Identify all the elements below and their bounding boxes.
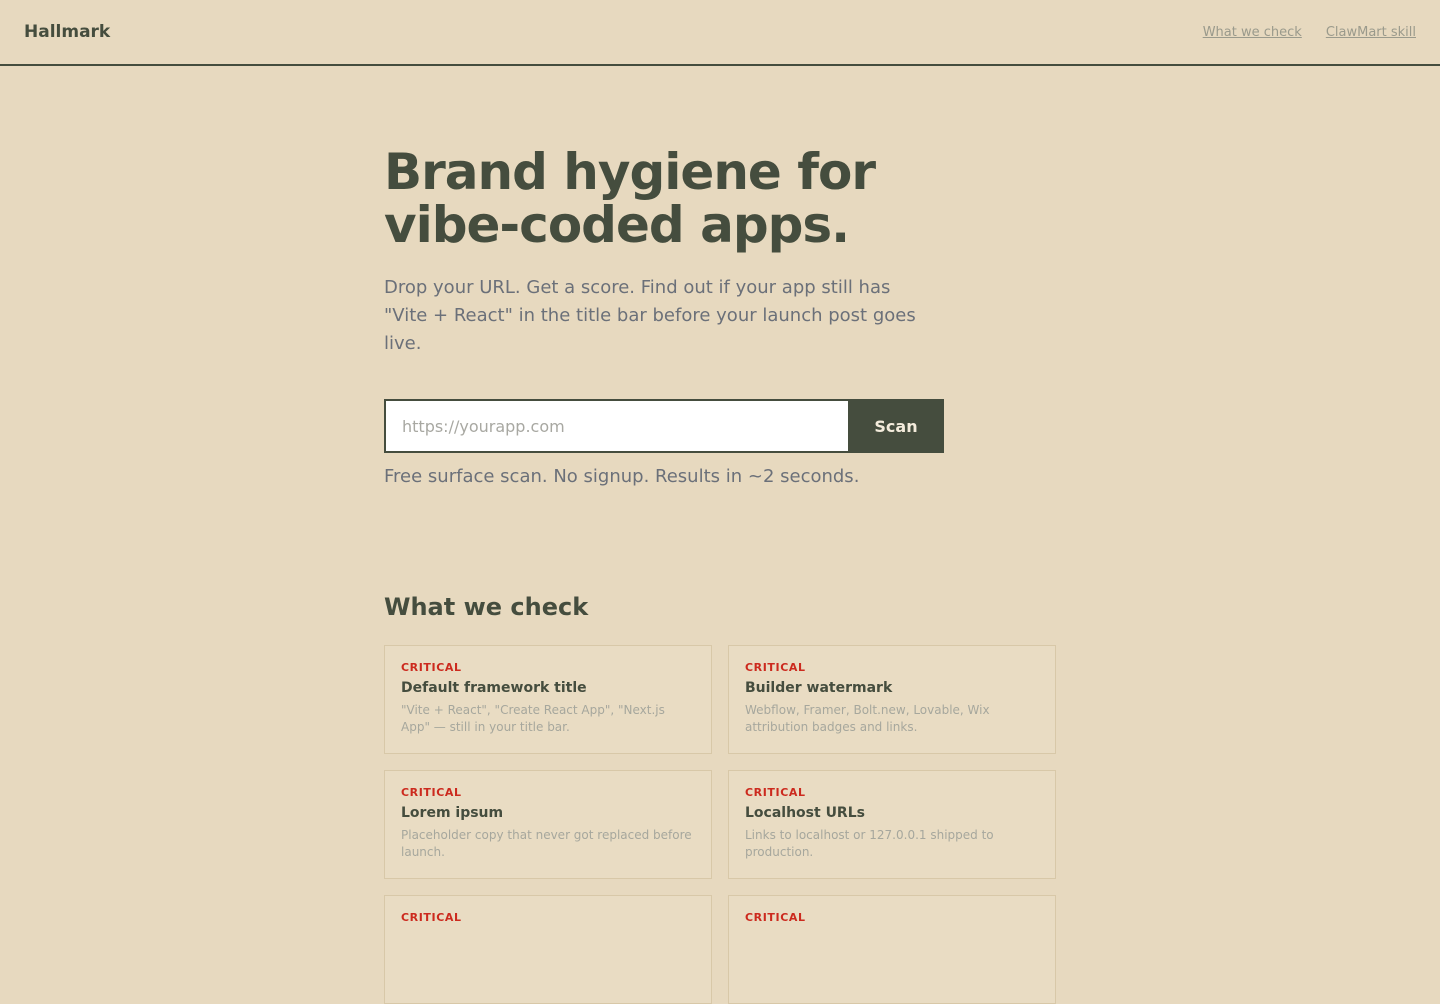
nav-link-clawmart-skill[interactable]: ClawMart skill — [1326, 25, 1416, 40]
url-input[interactable] — [384, 399, 848, 453]
check-card: CRITICAL Default framework title "Vite +… — [384, 645, 712, 754]
check-title: Default framework title — [401, 680, 587, 696]
nav-link-what-we-check[interactable]: What we check — [1203, 25, 1302, 40]
checks-grid: CRITICAL Default framework title "Vite +… — [384, 645, 1056, 1004]
scan-form: Scan — [384, 399, 944, 453]
brand-logo[interactable]: Hallmark — [24, 22, 110, 42]
what-we-check-heading: What we check — [384, 593, 589, 621]
hero-subtitle: Drop your URL. Get a score. Find out if … — [384, 277, 916, 354]
check-card: CRITICAL Localhost URLs Links to localho… — [728, 770, 1056, 879]
header-nav: What we check ClawMart skill — [1203, 25, 1416, 40]
hero-title: Brand hygiene for vibe-coded apps. — [384, 143, 876, 254]
check-card: CRITICAL Builder watermark Webflow, Fram… — [728, 645, 1056, 754]
check-title: Builder watermark — [745, 680, 893, 696]
severity-badge: CRITICAL — [401, 786, 462, 799]
check-card: CRITICAL — [384, 895, 712, 1004]
check-description: "Vite + React", "Create React App", "Nex… — [401, 703, 665, 734]
check-card: CRITICAL — [728, 895, 1056, 1004]
check-card: CRITICAL Lorem ipsum Placeholder copy th… — [384, 770, 712, 879]
scan-note: Free surface scan. No signup. Results in… — [384, 466, 860, 487]
check-title: Localhost URLs — [745, 805, 865, 821]
check-description: Webflow, Framer, Bolt.new, Lovable, Wix … — [745, 703, 990, 734]
check-description: Links to localhost or 127.0.0.1 shipped … — [745, 828, 994, 859]
severity-badge: CRITICAL — [745, 786, 806, 799]
scan-button[interactable]: Scan — [848, 399, 944, 453]
severity-badge: CRITICAL — [745, 661, 806, 674]
severity-badge: CRITICAL — [401, 661, 462, 674]
top-navigation-bar: Hallmark What we check ClawMart skill — [0, 0, 1440, 66]
severity-badge: CRITICAL — [745, 911, 806, 924]
check-description: Placeholder copy that never got replaced… — [401, 828, 692, 859]
check-title: Lorem ipsum — [401, 805, 504, 821]
main-content: Brand hygiene for vibe-coded apps. Drop … — [384, 66, 1056, 1004]
severity-badge: CRITICAL — [401, 911, 462, 924]
